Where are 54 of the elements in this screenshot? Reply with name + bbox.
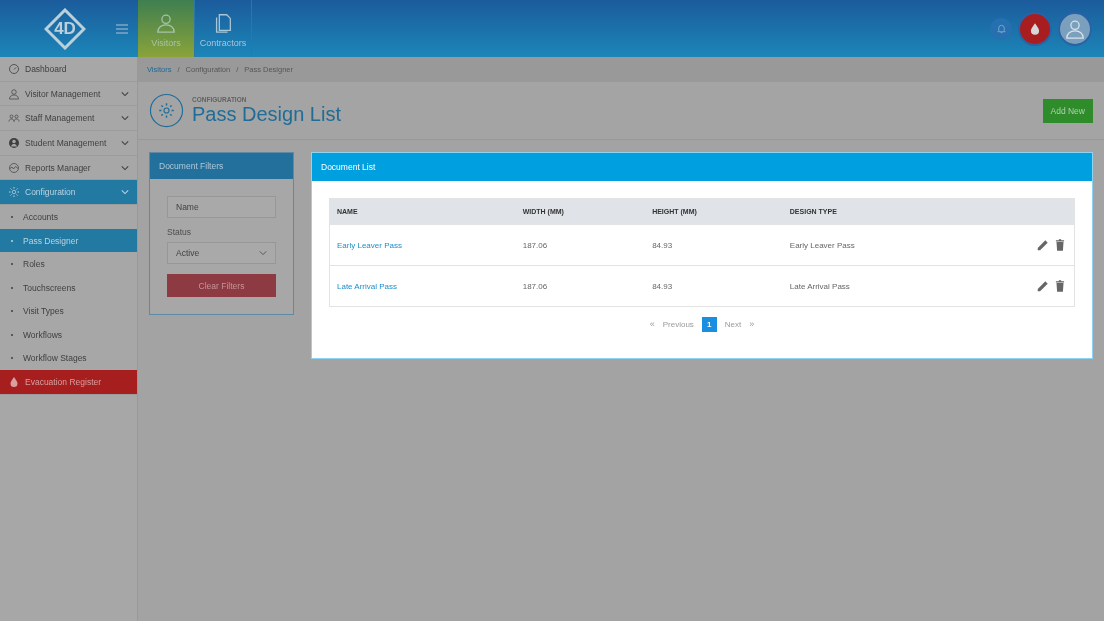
drop-icon[interactable]	[1018, 11, 1052, 46]
table-cell: 187.06	[515, 224, 646, 266]
chevron-down-icon[interactable]	[121, 163, 129, 172]
pass-name-link[interactable]: Late Arrival Pass	[329, 265, 516, 307]
add-new-button[interactable]: Add New	[1042, 98, 1093, 123]
person-icon	[8, 87, 20, 100]
sidebar-item[interactable]: Evacuation Register	[0, 370, 137, 395]
chevron-down-icon[interactable]	[121, 114, 129, 123]
chevron-down-icon	[259, 249, 267, 257]
page-title: Pass Design List	[192, 102, 342, 126]
table-cell: 84.93	[645, 265, 783, 307]
edit-pencil-icon[interactable]	[1036, 238, 1050, 252]
pass-name-link[interactable]: Early Leaver Pass	[329, 224, 516, 266]
sidebar-subitem[interactable]: Workflows	[0, 323, 137, 347]
table-cell: Early Leaver Pass	[782, 224, 968, 266]
name-input-field[interactable]: Name	[167, 196, 276, 218]
sidebar-item[interactable]: Student Management	[0, 131, 137, 156]
panel-header: Document Filters	[150, 153, 293, 179]
notification-bell-icon[interactable]	[990, 17, 1012, 40]
sidebar-subitem[interactable]: Pass Designer	[0, 228, 137, 253]
people-icon	[8, 112, 20, 125]
status-dropdown[interactable]: Active	[167, 242, 276, 264]
clear-filters-button[interactable]: Clear Filters	[167, 274, 276, 297]
sidebar-item[interactable]: Configuration	[0, 180, 137, 206]
user-avatar[interactable]	[1058, 11, 1092, 46]
sidebar-subitem[interactable]: Accounts	[0, 205, 137, 229]
trash-icon[interactable]	[1053, 238, 1067, 252]
table-cell: 187.06	[515, 265, 646, 307]
person-icon	[155, 12, 177, 34]
page-number[interactable]: 1	[701, 316, 717, 332]
sidebar-subitem[interactable]: Visit Types	[0, 299, 137, 324]
gauge-icon	[8, 62, 20, 75]
logo: 4D	[44, 7, 86, 50]
edit-pencil-icon[interactable]	[1036, 279, 1050, 293]
field-label: Status	[167, 227, 193, 237]
chart-icon	[8, 161, 20, 174]
drop-icon	[8, 376, 20, 389]
sidebar-item[interactable]: Visitor Management	[0, 81, 137, 107]
person-circle-icon	[8, 136, 20, 149]
menu-icon[interactable]	[116, 23, 128, 34]
table-cell: Late Arrival Pass	[782, 265, 968, 307]
sidebar-subitem[interactable]: Touchscreens	[0, 275, 137, 300]
chevron-down-icon[interactable]	[121, 89, 129, 98]
sidebar-subitem[interactable]: Roles	[0, 252, 137, 276]
chevron-down-icon[interactable]	[121, 188, 129, 197]
settings-icon	[8, 186, 20, 199]
sidebar-item[interactable]: Dashboard	[0, 57, 137, 82]
chevron-down-icon[interactable]	[121, 138, 129, 147]
settings-icon	[149, 93, 184, 128]
sidebar-subitem[interactable]: Workflow Stages	[0, 346, 137, 371]
sidebar-item[interactable]: Staff Management	[0, 106, 137, 132]
panel-header: Document List	[312, 153, 1092, 181]
table-cell: 84.93	[645, 224, 783, 266]
trash-icon[interactable]	[1053, 279, 1067, 293]
